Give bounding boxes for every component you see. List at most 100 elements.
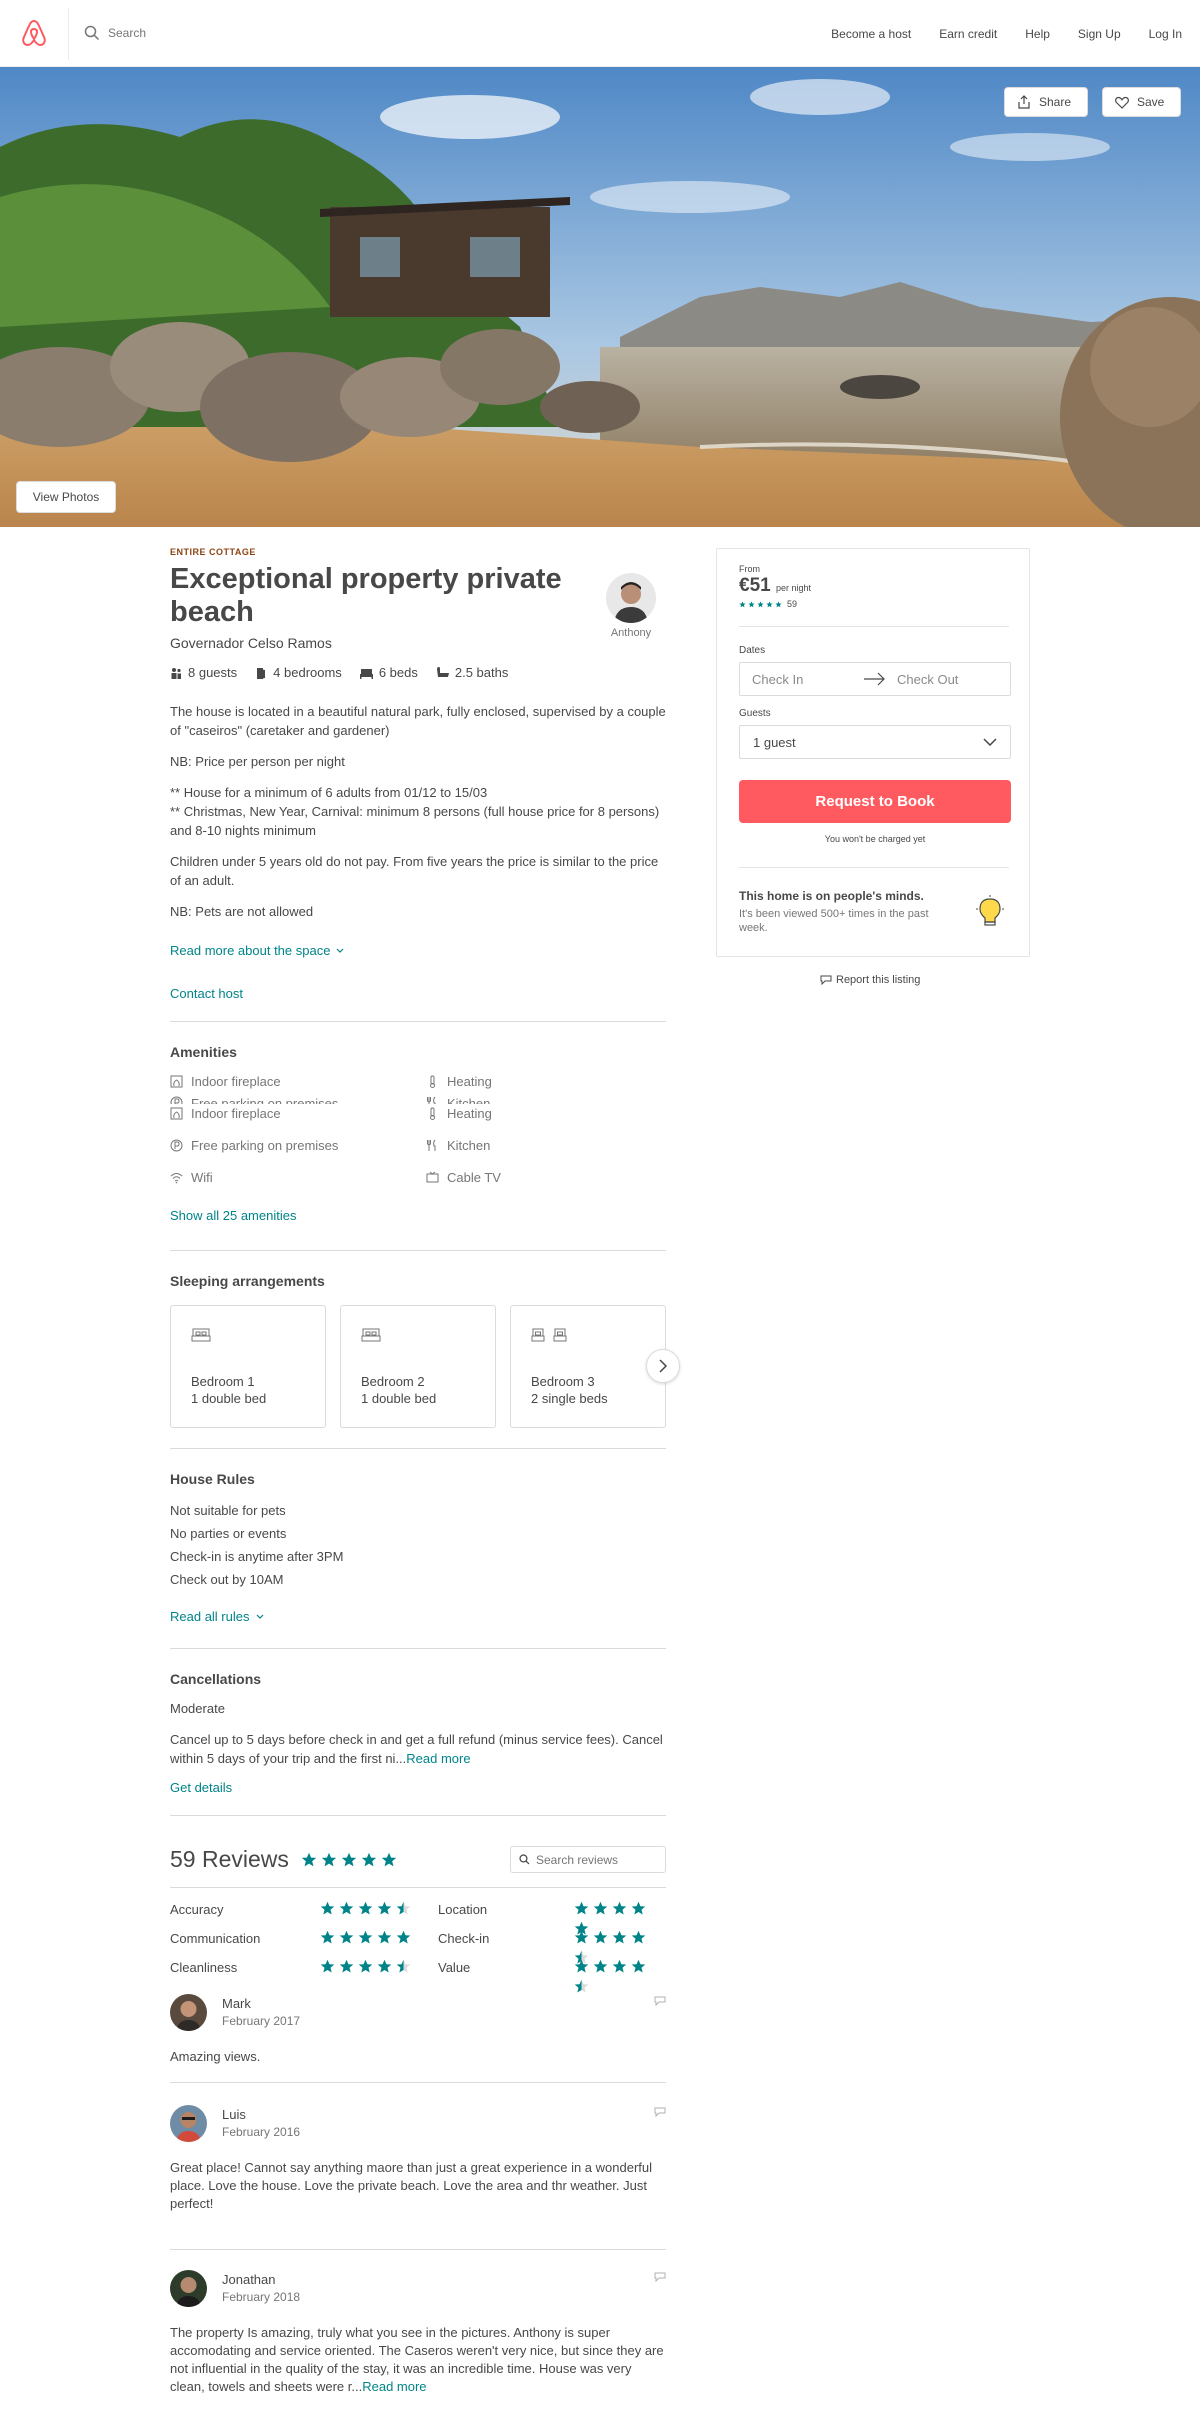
amenities-title: Amenities — [170, 1044, 237, 1060]
nav-links: Become a host Earn credit Help Sign Up L… — [803, 0, 1182, 67]
star-icon — [321, 1852, 337, 1866]
rating-label: Check-in — [438, 1931, 490, 1946]
star-icon — [574, 1979, 589, 1993]
section-divider — [170, 1815, 666, 1816]
search-reviews-input[interactable]: Search reviews — [510, 1846, 666, 1873]
single-bed-icon — [553, 1328, 567, 1342]
guests-icon — [171, 667, 181, 679]
flag-icon[interactable] — [654, 2107, 666, 2117]
guests-select[interactable]: 1 guest — [739, 725, 1011, 759]
reviewer-avatar[interactable] — [170, 2105, 207, 2142]
popular-title: This home is on people's minds. — [739, 889, 924, 903]
reviewer-avatar[interactable] — [170, 1994, 207, 2031]
nav-sign-up[interactable]: Sign Up — [1078, 27, 1121, 41]
view-photos-button[interactable]: View Photos — [16, 481, 116, 513]
read-more-space-link[interactable]: Read more about the space — [170, 943, 666, 958]
wifi-icon — [170, 1173, 183, 1184]
review-count: 59 — [787, 599, 798, 609]
show-all-amenities-link[interactable]: Show all 25 amenities — [170, 1208, 296, 1223]
not-charged-note: You won't be charged yet — [824, 834, 926, 844]
reviewer-avatar[interactable] — [170, 2270, 207, 2307]
double-bed-icon — [361, 1328, 381, 1342]
header-divider — [68, 8, 69, 60]
check-out-input[interactable]: Check Out — [897, 672, 958, 687]
hero-illustration — [0, 67, 1200, 527]
double-bed-icon — [191, 1328, 211, 1342]
star-icon — [631, 1901, 646, 1915]
flag-icon[interactable] — [654, 2272, 666, 2282]
report-listing-link[interactable]: Report this listing — [820, 974, 920, 986]
section-divider — [170, 1250, 666, 1251]
nav-become-host[interactable]: Become a host — [831, 27, 911, 41]
fireplace-icon — [170, 1107, 183, 1120]
nav-earn-credit[interactable]: Earn credit — [939, 27, 997, 41]
airbnb-logo-icon[interactable] — [20, 18, 48, 48]
get-details-link[interactable]: Get details — [170, 1780, 666, 1795]
check-in-input[interactable]: Check In — [752, 672, 803, 687]
star-icon — [377, 1930, 392, 1944]
cancellation-read-more-link[interactable]: Read more — [406, 1751, 470, 1766]
reviewer-name: Jonathan — [222, 2272, 276, 2287]
beds-icon — [359, 668, 373, 679]
description-paragraph: ** House for a minimum of 6 adults from … — [170, 785, 660, 838]
bedroom-card: Bedroom 1 1 double bed — [170, 1305, 326, 1428]
booking-rating[interactable]: 59 — [739, 599, 797, 609]
listing-location[interactable]: Governador Celso Ramos — [170, 635, 666, 651]
review-date: February 2016 — [222, 2125, 301, 2139]
rating-breakdown: Accuracy Location Communication Check-in… — [170, 1901, 666, 1994]
save-label: Save — [1137, 95, 1165, 109]
request-to-book-button[interactable]: Request to Book — [739, 780, 1011, 823]
share-button[interactable]: Share — [1004, 87, 1088, 117]
arrow-right-icon — [864, 672, 885, 686]
share-icon — [1018, 95, 1030, 109]
house-rule: Check-in is anytime after 3PM — [170, 1549, 344, 1564]
search-input[interactable] — [108, 22, 408, 44]
rating-stars — [320, 1930, 415, 1950]
house-rules-title: House Rules — [170, 1471, 255, 1487]
reviewer-photo — [170, 1994, 207, 2031]
overall-rating-stars — [301, 1852, 401, 1868]
review-text: Great place! Cannot say anything maore t… — [170, 2160, 653, 2211]
review-read-more-link[interactable]: Read more — [362, 2379, 426, 2394]
sleeping-carousel: Bedroom 1 1 double bed Bedroom 2 1 doubl… — [170, 1305, 680, 1428]
nav-log-in[interactable]: Log In — [1149, 27, 1182, 41]
flag-icon[interactable] — [654, 1996, 666, 2006]
reviewer-photo — [170, 2270, 207, 2307]
bedroom-name: Bedroom 1 — [191, 1374, 255, 1389]
hero-photo[interactable]: Share Save View Photos — [0, 67, 1200, 527]
reviewer-name: Mark — [222, 1996, 251, 2011]
star-icon — [574, 1930, 589, 1944]
section-divider — [170, 1648, 666, 1649]
star-icon — [320, 1959, 335, 1973]
review-text: Amazing views. — [170, 2049, 261, 2064]
star-icon — [775, 600, 782, 607]
star-icon — [320, 1901, 335, 1915]
fireplace-icon — [170, 1075, 183, 1088]
star-icon — [574, 1959, 589, 1973]
host-name: Anthony — [610, 627, 652, 639]
rating-label: Cleanliness — [170, 1960, 238, 1975]
star-icon — [757, 600, 764, 607]
save-button[interactable]: Save — [1102, 87, 1181, 117]
contact-host-link[interactable]: Contact host — [170, 986, 666, 1001]
amenity-ghost-heating: Heating — [426, 1074, 492, 1089]
thermometer-icon — [430, 1075, 435, 1088]
host-avatar[interactable] — [606, 573, 656, 623]
read-all-rules-link[interactable]: Read all rules — [170, 1609, 666, 1624]
star-icon — [358, 1901, 373, 1915]
heart-icon — [1115, 96, 1129, 109]
amenity-wifi: Wifi — [170, 1170, 213, 1185]
star-icon — [612, 1930, 627, 1944]
star-icon — [574, 1901, 589, 1915]
nav-help[interactable]: Help — [1025, 27, 1050, 41]
bedroom-detail: 1 double bed — [191, 1391, 267, 1406]
bedrooms-icon — [257, 667, 266, 679]
cancellation-policy: Moderate — [170, 1701, 225, 1716]
star-icon — [748, 600, 755, 607]
amenities-list: Indoor fireplace Heating Free parking on… — [170, 1074, 666, 1234]
star-icon — [377, 1959, 392, 1973]
carousel-next-button[interactable] — [646, 1349, 680, 1383]
star-icon — [739, 600, 746, 607]
star-icon — [631, 1930, 646, 1944]
star-icon — [301, 1852, 317, 1866]
